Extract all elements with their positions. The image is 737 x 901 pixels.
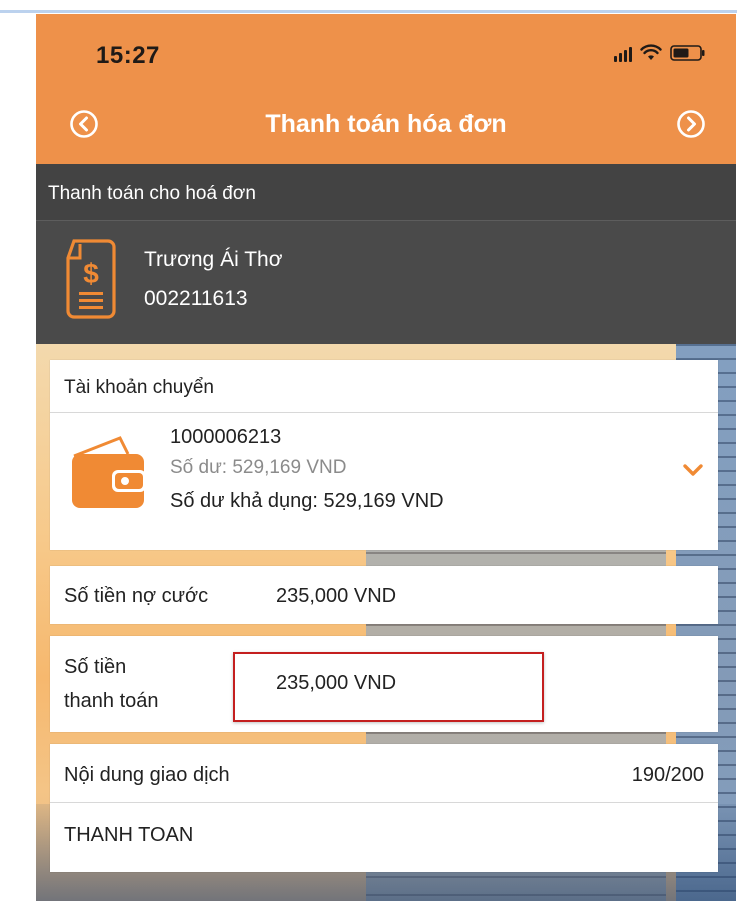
- svg-text:$: $: [83, 258, 99, 289]
- source-account-title: Tài khoản chuyển: [64, 377, 214, 398]
- transaction-content-card: Nội dung giao dịch 190/200 THANH TOAN: [50, 744, 718, 872]
- transaction-content-counter: 190/200: [631, 764, 704, 786]
- amount-due-value: 235,000 VND: [276, 585, 397, 607]
- account-number: 1000006213: [170, 426, 282, 448]
- customer-code: 002211613: [144, 287, 248, 310]
- customer-name: Trương Ái Thơ: [144, 248, 283, 271]
- page-title: Thanh toán hóa đơn: [265, 110, 507, 138]
- amount-due-label: Số tiền nợ cước: [64, 585, 209, 607]
- bill-section-header: Thanh toán cho hoá đơn: [36, 164, 736, 221]
- amount-due-row: Số tiền nợ cước 235,000 VND: [50, 566, 718, 624]
- bill-section: Thanh toán cho hoá đơn $ Trương Ái Thơ 0…: [36, 164, 736, 344]
- payment-amount-label-line1: Số tiền: [64, 656, 127, 678]
- transaction-content-label: Nội dung giao dịch: [64, 764, 230, 786]
- phone-screen: 15:27 Thanh toán hóa đơn Thanh toán cho …: [36, 14, 736, 901]
- transaction-content-header: Nội dung giao dịch 190/200: [50, 744, 718, 803]
- status-icons: [614, 44, 706, 62]
- payment-amount-input[interactable]: 235,000 VND: [276, 672, 396, 695]
- signal-icon: [614, 44, 632, 62]
- status-time: 15:27: [96, 42, 160, 69]
- nav-bar: Thanh toán hóa đơn: [36, 104, 736, 154]
- chevron-down-icon[interactable]: [682, 462, 704, 476]
- payment-amount-label-line2: thanh toán: [64, 690, 159, 712]
- wifi-icon: [640, 44, 662, 62]
- transaction-content-input[interactable]: THANH TOAN: [64, 824, 193, 847]
- payment-amount-row: Số tiền thanh toán 235,000 VND: [50, 636, 718, 732]
- account-balance: Số dư: 529,169 VND: [170, 457, 347, 478]
- battery-icon: [670, 45, 706, 61]
- source-account-card[interactable]: Tài khoản chuyển 1000006213 Số dư: 529,1…: [50, 360, 718, 550]
- app-header: 15:27 Thanh toán hóa đơn: [36, 14, 736, 164]
- bill-dollar-icon: $: [60, 238, 122, 320]
- bill-section-title: Thanh toán cho hoá đơn: [48, 183, 256, 204]
- wallet-icon: [68, 432, 150, 512]
- screenshot-frame: 15:27 Thanh toán hóa đơn Thanh toán cho …: [0, 0, 737, 901]
- source-account-header: Tài khoản chuyển: [50, 360, 718, 413]
- top-divider: [0, 10, 737, 13]
- forward-circle-icon[interactable]: [676, 109, 706, 139]
- account-available-balance: Số dư khả dụng: 529,169 VND: [170, 490, 444, 512]
